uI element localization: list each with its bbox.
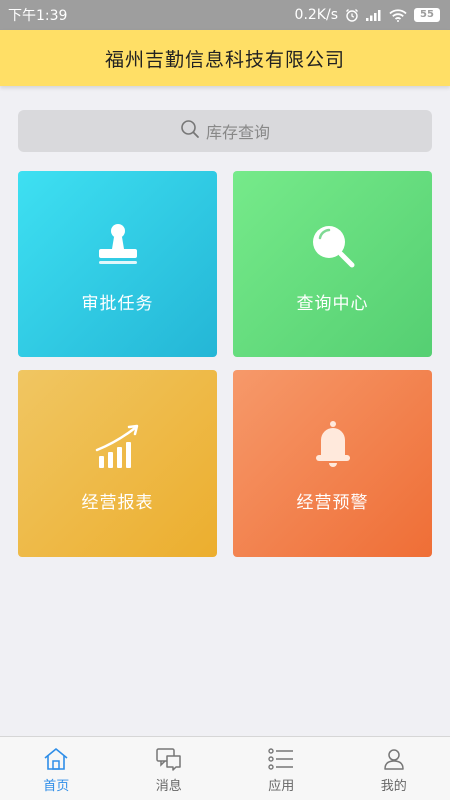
network-speed: 0.2K/s [294, 7, 338, 23]
alarm-icon [345, 8, 359, 22]
search-input[interactable]: 库存查询 [18, 110, 432, 152]
stamp-icon [93, 221, 143, 275]
app-header: 福州吉勤信息科技有限公司 [0, 30, 450, 86]
status-bar: 下午1:39 0.2K/s 55 [0, 0, 450, 30]
status-time: 下午1:39 [8, 8, 68, 24]
nav-label: 我的 [380, 779, 407, 794]
magnifier-icon [308, 221, 358, 275]
nav-item-apps[interactable]: 应用 [225, 737, 338, 800]
search-placeholder: 库存查询 [205, 123, 270, 142]
nav-item-home[interactable]: 首页 [0, 737, 113, 800]
tile-label: 经营报表 [81, 493, 154, 513]
page-title: 福州吉勤信息科技有限公司 [104, 48, 345, 71]
search-icon [180, 119, 200, 143]
growth-chart-icon [93, 420, 143, 474]
wifi-icon [389, 8, 407, 22]
tile-business-warning[interactable]: 经营预警 [233, 370, 432, 557]
tile-label: 审批任务 [81, 294, 154, 314]
nav-item-me[interactable]: 我的 [338, 737, 450, 800]
list-icon [267, 747, 295, 771]
bottom-nav: 首页 消息 应用 我的 [0, 736, 450, 800]
nav-label: 消息 [155, 779, 182, 794]
message-icon [155, 747, 183, 771]
bell-icon [308, 420, 358, 474]
tile-approval-tasks[interactable]: 审批任务 [18, 171, 217, 357]
tile-query-center[interactable]: 查询中心 [233, 171, 432, 357]
user-icon [382, 747, 406, 771]
signal-icon [366, 9, 382, 21]
nav-label: 首页 [43, 779, 70, 794]
nav-item-messages[interactable]: 消息 [113, 737, 226, 800]
nav-label: 应用 [268, 779, 295, 794]
battery-icon: 55 [414, 8, 440, 22]
tile-label: 查询中心 [296, 294, 369, 314]
status-icons: 0.2K/s 55 [295, 7, 440, 23]
home-icon [43, 747, 69, 771]
tile-business-report[interactable]: 经营报表 [18, 370, 217, 557]
tile-label: 经营预警 [296, 493, 369, 513]
